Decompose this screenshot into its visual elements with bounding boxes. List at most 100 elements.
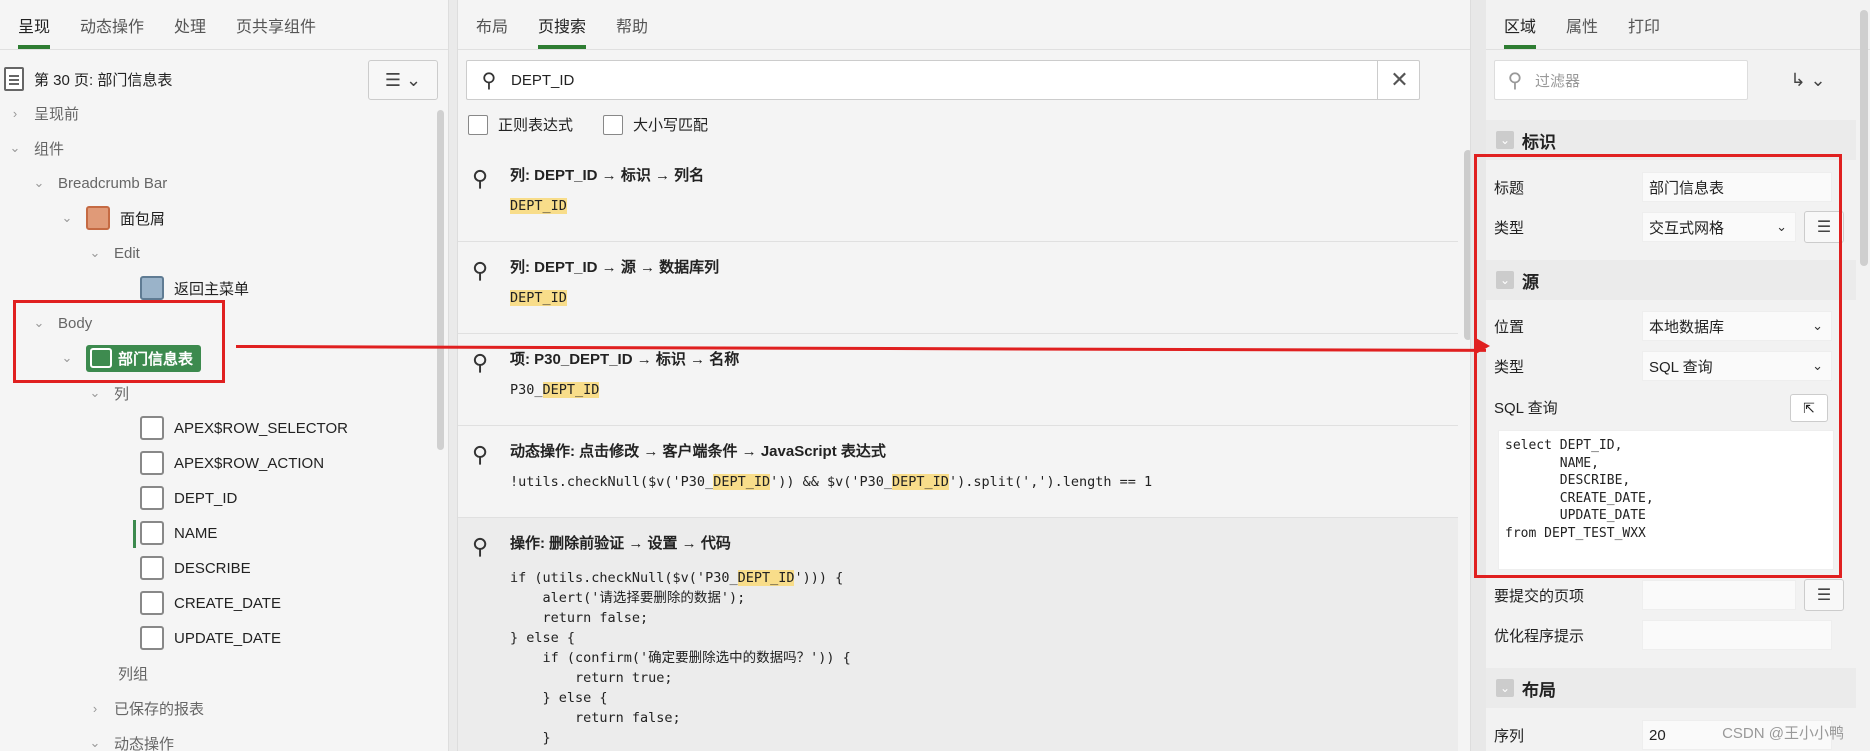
tree-menu-button[interactable]: ☰ ⌄ — [368, 60, 438, 100]
chevron-right-icon[interactable]: › — [88, 701, 102, 716]
tree-label: 动态操作 — [114, 735, 175, 751]
breadcrumb-icon — [86, 206, 110, 230]
search-icon: ⚲ — [472, 258, 489, 283]
checkbox-column-icon — [140, 416, 164, 440]
tab-help[interactable]: 帮助 — [616, 13, 648, 49]
home-icon — [140, 276, 164, 300]
tree-item-column[interactable]: DEPT_ID — [140, 481, 237, 515]
mid-tabs: 布局 页搜索 帮助 — [458, 0, 1470, 50]
right-tabs: 区域 属性 打印 — [1486, 0, 1870, 50]
tree-label: 列组 — [118, 665, 149, 683]
tree-label: CREATE_DATE — [174, 594, 281, 612]
result-snippet: if (utils.checkNull($v('P30_DEPT_ID'))) … — [510, 570, 851, 751]
left-scrollbar[interactable] — [437, 110, 444, 450]
search-icon: ⚲ — [481, 69, 497, 92]
prop-page-items-submit: 要提交的页项 ☰ — [1494, 578, 1856, 612]
tree-label: 呈现前 — [34, 105, 80, 123]
tree-item-column[interactable]: DESCRIBE — [140, 551, 251, 585]
search-icon: ⚲ — [1507, 69, 1523, 92]
tree-item-column[interactable]: APEX$ROW_ACTION — [140, 446, 324, 480]
result-title: 列: DEPT_ID → 标识 → 列名 — [510, 167, 705, 184]
tree-item-column[interactable]: APEX$ROW_SELECTOR — [140, 411, 348, 445]
row-action-icon — [140, 451, 164, 475]
chevron-right-icon[interactable]: › — [8, 106, 22, 121]
chevron-down-icon[interactable]: ⌄ — [88, 385, 102, 401]
group-title: 布局 — [1522, 680, 1556, 700]
tree-label: 返回主菜单 — [174, 280, 250, 298]
tab-page-search[interactable]: 页搜索 — [538, 13, 587, 49]
chevron-down-icon[interactable]: ⌄ — [32, 175, 46, 191]
chevron-down-icon[interactable]: ⌄ — [88, 735, 102, 751]
optimizer-hint-field[interactable] — [1642, 620, 1832, 650]
page-search-input[interactable]: ⚲ DEPT_ID ✕ — [466, 60, 1420, 100]
case-checkbox[interactable] — [603, 114, 624, 135]
page-items-field[interactable] — [1642, 580, 1796, 610]
chevron-down-icon[interactable]: ⌄ — [60, 210, 74, 226]
tree-item-edit[interactable]: ⌄ Edit — [88, 236, 140, 270]
tab-layout[interactable]: 布局 — [476, 13, 508, 49]
close-icon: ✕ — [1390, 67, 1409, 92]
tree-item-column[interactable]: UPDATE_DATE — [140, 621, 281, 655]
tab-processing[interactable]: 处理 — [174, 13, 206, 49]
tree-item-column[interactable]: NAME — [140, 516, 217, 550]
tree-label: Edit — [114, 244, 140, 262]
tree-label: DESCRIBE — [174, 559, 251, 577]
search-result[interactable]: ⚲ 动态操作: 点击修改 → 客户端条件 → JavaScript 表达式 !u… — [458, 426, 1458, 518]
tree-label: UPDATE_DATE — [174, 629, 281, 647]
go-to-group-button[interactable]: ↳ ⌄ — [1768, 60, 1848, 100]
tree-label: APEX$ROW_SELECTOR — [174, 419, 348, 437]
prop-label: 要提交的页项 — [1494, 587, 1585, 605]
left-splitter[interactable] — [448, 0, 458, 751]
tab-printing[interactable]: 打印 — [1628, 13, 1660, 49]
tree-item-column[interactable]: CREATE_DATE — [140, 586, 281, 620]
left-tabs: 呈现 动态操作 处理 页共享组件 — [0, 0, 448, 50]
result-title: 动态操作: 点击修改 → 客户端条件 → JavaScript 表达式 — [510, 443, 886, 460]
group-title: 标识 — [1522, 132, 1556, 152]
chevron-down-icon[interactable]: ⌄ — [8, 140, 22, 156]
tree-item-column-groups[interactable]: 列组 — [118, 656, 148, 690]
calendar-icon — [140, 626, 164, 650]
tree-item-components[interactable]: ⌄ 组件 — [8, 131, 64, 165]
tree-item-before-render[interactable]: › 呈现前 — [8, 96, 79, 130]
chevron-down-icon[interactable]: ⌄ — [1496, 679, 1514, 697]
tree-label: 面包屑 — [120, 210, 166, 228]
tab-dynamic-actions[interactable]: 动态操作 — [80, 13, 144, 49]
page-node[interactable]: 第 30 页: 部门信息表 ☰ ⌄ — [0, 60, 440, 100]
tab-region[interactable]: 区域 — [1504, 13, 1537, 49]
result-snippet: DEPT_ID — [510, 198, 567, 214]
tree-item-breadcrumb[interactable]: ⌄ 面包屑 — [60, 201, 165, 235]
page-icon — [4, 67, 24, 91]
watermark: CSDN @王小小鸭 — [1722, 725, 1844, 742]
tab-rendering[interactable]: 呈现 — [18, 13, 51, 49]
filter-input[interactable]: ⚲ 过滤器 — [1494, 60, 1748, 100]
right-scrollbar[interactable] — [1860, 10, 1868, 266]
result-title: 操作: 删除前验证 → 设置 → 代码 — [510, 535, 731, 552]
clear-search-button[interactable]: ✕ — [1377, 60, 1421, 100]
group-layout[interactable]: ⌄ 布局 — [1486, 668, 1856, 708]
search-result[interactable]: ⚲ 列: DEPT_ID → 标识 → 列名 DEPT_ID — [458, 150, 1458, 242]
prop-optimizer-hint: 优化程序提示 — [1494, 618, 1856, 652]
chevron-down-icon[interactable]: ⌄ — [88, 245, 102, 261]
tree-item-breadcrumb-bar[interactable]: ⌄ Breadcrumb Bar — [32, 166, 168, 200]
annotation-box-right — [1474, 154, 1842, 578]
list-button[interactable]: ☰ — [1804, 579, 1844, 611]
tree-item-dynamic-actions[interactable]: ⌄ 动态操作 — [88, 726, 174, 751]
tab-shared-components[interactable]: 页共享组件 — [236, 13, 316, 49]
tree-item-saved-reports[interactable]: › 已保存的报表 — [88, 691, 204, 725]
search-result[interactable]: ⚲ 操作: 删除前验证 → 设置 → 代码 if (utils.checkNul… — [458, 518, 1458, 751]
regex-option[interactable]: 正则表达式 大小写匹配 — [468, 114, 708, 135]
tree-label: APEX$ROW_ACTION — [174, 454, 325, 472]
chevron-down-icon[interactable]: ⌄ — [1496, 131, 1514, 149]
search-value[interactable]: DEPT_ID — [511, 72, 574, 89]
search-icon: ⚲ — [472, 350, 489, 375]
annotation-box-left — [13, 300, 225, 383]
result-snippet: !utils.checkNull($v('P30_DEPT_ID')) && $… — [510, 474, 1153, 490]
regex-checkbox[interactable] — [468, 114, 488, 135]
search-result[interactable]: ⚲ 列: DEPT_ID → 源 → 数据库列 DEPT_ID — [458, 242, 1458, 334]
tree-label: Breadcrumb Bar — [58, 174, 168, 192]
result-title: 项: P30_DEPT_ID → 标识 → 名称 — [510, 351, 740, 368]
mid-panel: 布局 页搜索 帮助 ⚲ DEPT_ID ✕ 正则表达式 大小写匹配 ⚲ 列: D… — [458, 0, 1470, 751]
search-icon: ⚲ — [472, 534, 489, 559]
tab-attributes[interactable]: 属性 — [1566, 13, 1598, 49]
prop-label: 序列 — [1494, 727, 1525, 745]
